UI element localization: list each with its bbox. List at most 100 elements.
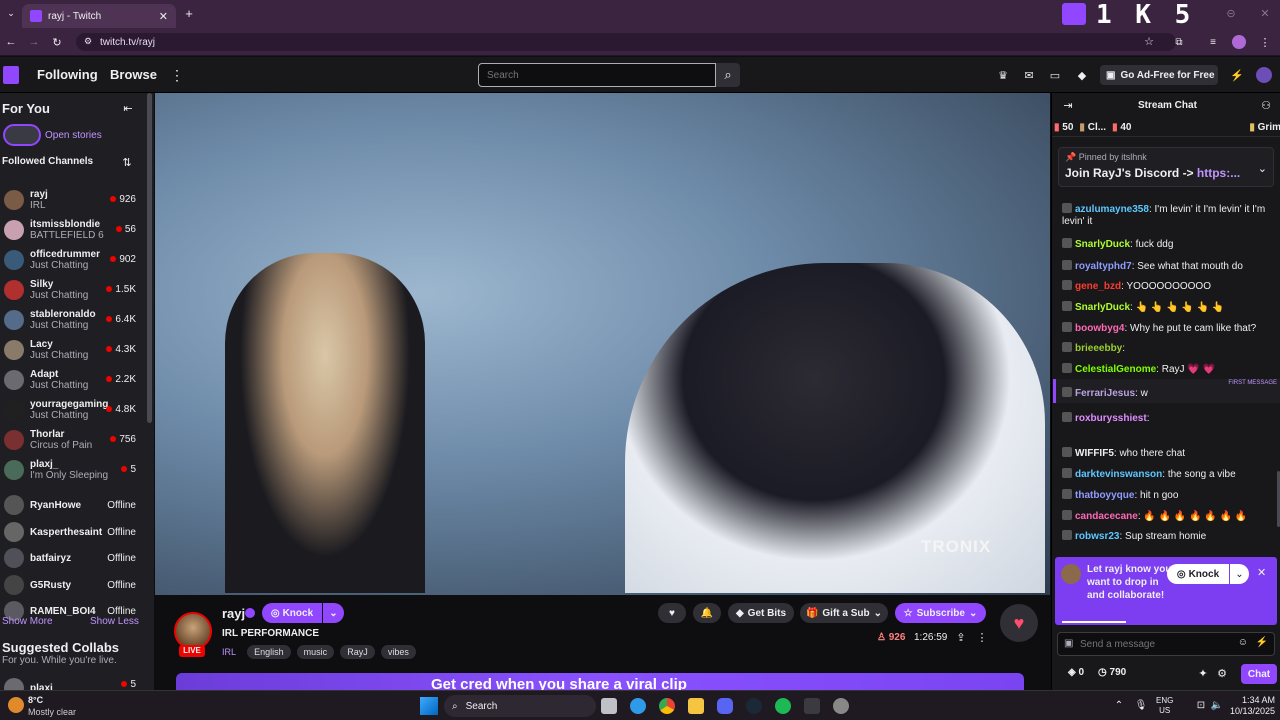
expand-pinned-icon[interactable]: ⌄ [1258,162,1267,175]
browser-tab[interactable]: rayj - Twitch ✕ [22,4,176,28]
collapse-sidebar-icon[interactable]: ⇤ [120,101,136,115]
sidebar-channel-ryanhowe[interactable]: RyanHowe Offline [0,490,148,520]
chat-message[interactable]: royaltyphd7: See what that mouth do [1062,260,1274,273]
chat-message[interactable]: CelestialGenome: RayJ 💗 💗 [1062,363,1274,376]
inbox-icon[interactable]: ✉ [1021,67,1037,83]
nav-following[interactable]: Following [37,67,98,82]
spotify-icon[interactable] [775,698,791,714]
chat-message[interactable]: SnarlyDuck: fuck ddg [1062,238,1274,251]
chat-username[interactable]: royaltyphd7 [1075,261,1132,272]
weather-icon[interactable] [8,697,24,713]
show-less-link[interactable]: Show Less [90,616,139,627]
forward-icon[interactable]: → [27,35,41,49]
bits-balance[interactable]: ◷ 790 [1098,667,1126,678]
nav-browse[interactable]: Browse [110,67,157,82]
tray-expand-icon[interactable]: ⌃ [1112,698,1126,712]
hype-heart-icon[interactable]: ♥ [1000,604,1038,642]
chrome-icon[interactable] [659,698,675,714]
sidebar-scrollbar[interactable] [147,93,152,423]
leaderboard-bar[interactable]: ▮ 50 ▮ Cl... ▮ 40 ▮ Grim [1052,119,1280,137]
sidebar-channel-stableronaldo[interactable]: stableronaldo Just Chatting 6.4K [0,305,148,335]
language-indicator[interactable]: ENG US [1156,696,1173,716]
bits-cheer-icon[interactable]: ⚡ [1256,637,1268,648]
gift-sub-button[interactable]: 🎁 Gift a Sub ⌄ [800,603,888,623]
chat-username[interactable]: gene_bzd [1075,281,1121,292]
chat-send-button[interactable]: Chat [1241,664,1277,684]
streamer-name[interactable]: rayj [222,606,245,621]
chat-message[interactable]: thatboyyque: hit n goo [1062,489,1274,502]
notifications-bell-icon[interactable]: 🔔 [693,603,721,623]
category-link[interactable]: IRL [222,647,236,657]
chat-username[interactable]: roxburysshiest [1075,413,1147,424]
chat-settings-icon[interactable]: ⚙ [1215,666,1229,680]
sidebar-channel-officedrummer[interactable]: officedrummer Just Chatting 902 [0,245,148,275]
ad-free-button[interactable]: ▣ Go Ad-Free for Free [1100,65,1218,85]
chat-emote-icon[interactable]: ✦ [1196,666,1210,680]
back-icon[interactable]: ← [4,35,18,49]
chat-username[interactable]: robwsr23 [1075,531,1119,542]
sidebar-channel-itsmissblondie[interactable]: itsmissblondie BATTLEFIELD 6 56 [0,215,148,245]
media-icon[interactable]: ≡ [1206,35,1220,49]
sidebar-channel-thorlar[interactable]: Thorlar Circus of Pain 756 [0,425,148,455]
window-close-icon[interactable]: ✕ [1258,6,1272,20]
chat-username[interactable]: candacecane [1075,511,1138,522]
site-info-icon[interactable]: ⚙ [84,36,92,47]
chat-username[interactable]: FerrariJesus [1075,388,1135,399]
tab-menu-icon[interactable]: ⌄ [4,6,18,20]
user-avatar[interactable] [1256,67,1272,83]
channel-points[interactable]: ◈ 0 [1068,667,1084,678]
chat-username[interactable]: SnarlyDuck [1075,302,1130,313]
reload-icon[interactable]: ↻ [50,35,64,49]
chat-message[interactable]: roxburysshiest: [1062,412,1274,425]
clip-promo-banner[interactable]: Get cred when you share a viral clip [176,673,1024,690]
sidebar-channel-adapt[interactable]: Adapt Just Chatting 2.2K [0,365,148,395]
collapse-chat-icon[interactable]: ⇥ [1060,98,1076,112]
sidebar-channel-lacy[interactable]: Lacy Just Chatting 4.3K [0,335,148,365]
chat-message[interactable]: WIFFIF5: who there chat [1062,447,1274,460]
sidebar-channel-batfairyz[interactable]: batfairyz Offline [0,543,148,573]
chat-username[interactable]: boowbyg4 [1075,323,1124,334]
close-tab-icon[interactable]: ✕ [159,10,168,23]
chat-username[interactable]: brieeebby [1075,343,1122,354]
tag-english[interactable]: English [247,645,291,659]
chat-input[interactable] [1080,636,1230,652]
whispers-icon[interactable]: ▭ [1047,67,1063,83]
discord-icon[interactable] [717,698,733,714]
more-options-icon[interactable]: ⋮ [975,630,989,644]
chat-message[interactable]: gene_bzd: YOOOOOOOOOO [1062,280,1274,293]
tag-rayj[interactable]: RayJ [340,645,375,659]
file-explorer-icon[interactable] [688,698,704,714]
microphone-icon[interactable]: 🎙 [1134,698,1148,712]
browser-menu-icon[interactable]: ⋮ [1258,35,1272,49]
twitch-logo-icon[interactable] [3,66,19,84]
get-bits-button[interactable]: ◆ Get Bits [728,603,794,623]
sort-icon[interactable]: ⇅ [120,155,134,169]
stories-avatars[interactable] [3,124,41,146]
show-more-link[interactable]: Show More [2,616,53,627]
pinned-message[interactable]: 📌 Pinned by itslhnk Join RayJ's Discord … [1058,147,1274,187]
tag-vibes[interactable]: vibes [380,645,416,659]
profile-avatar[interactable] [1232,35,1246,49]
steam-icon[interactable] [746,698,762,714]
chat-message[interactable]: darktevinswanson: the song a vibe [1062,468,1274,481]
chat-message[interactable]: azulumayne358: I'm levin' it I'm levin' … [1062,203,1274,228]
collab-dropdown-icon[interactable]: ⌄ [1230,564,1249,584]
edge-icon[interactable] [630,698,646,714]
collab-close-icon[interactable]: ✕ [1257,566,1266,579]
new-tab-icon[interactable]: + [182,6,196,21]
chat-users-icon[interactable]: ⚇ [1258,98,1274,112]
sidebar-channel-rayj[interactable]: rayj IRL 926 [0,185,148,215]
clock[interactable]: 1:34 AM 10/13/2025 [1225,695,1275,717]
chat-message[interactable]: SnarlyDuck: 👆 👆 👆 👆 👆 👆 [1062,301,1274,314]
share-icon[interactable]: ⇪ [954,630,968,644]
chat-username[interactable]: azulumayne358 [1075,204,1149,215]
video-player[interactable]: TRONIX [155,93,1050,595]
chat-username[interactable]: WIFFIF5 [1075,448,1114,459]
task-view-icon[interactable] [601,698,617,714]
url-field[interactable]: ⚙ twitch.tv/rayj ☆ [76,33,1176,51]
chat-message[interactable]: brieeebby: [1062,342,1274,355]
network-icon[interactable]: ⊡ [1194,698,1208,712]
chat-message[interactable]: boowbyg4: Why he put te cam like that? [1062,322,1274,335]
pinned-link[interactable]: https:... [1197,166,1240,180]
turbo-icon[interactable]: ⚡ [1229,67,1245,83]
